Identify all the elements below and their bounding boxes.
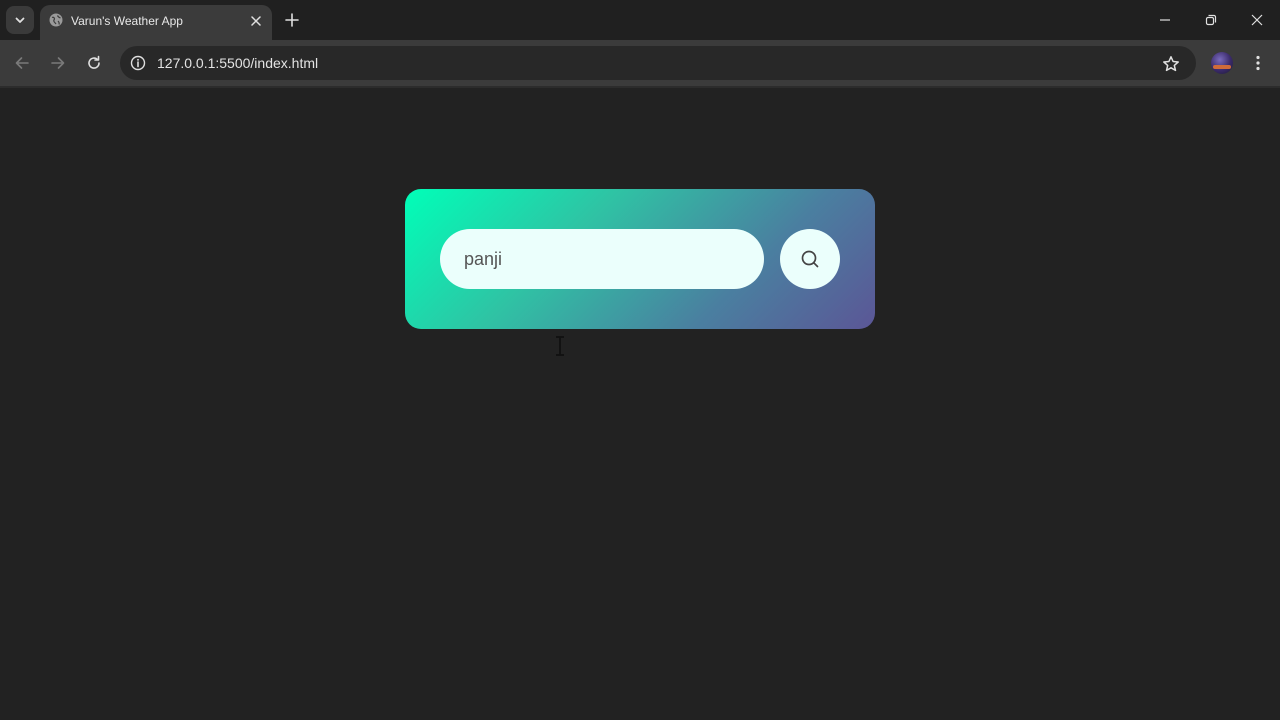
chevron-down-icon [15,17,25,23]
site-info-button[interactable] [128,53,148,73]
reload-button[interactable] [82,51,106,75]
address-bar[interactable]: 127.0.0.1:5500/index.html [120,46,1196,80]
window-restore-button[interactable] [1199,8,1223,32]
window-minimize-button[interactable] [1153,8,1177,32]
tab-search-button[interactable] [6,6,34,34]
star-icon [1163,56,1179,72]
arrow-left-icon [15,57,29,69]
address-bar-url[interactable]: 127.0.0.1:5500/index.html [157,55,318,71]
search-button[interactable] [780,229,840,289]
plus-icon [285,13,299,27]
browser-tabstrip: Varun's Weather App [0,0,1280,40]
globe-icon [49,13,63,27]
arrow-right-icon [51,57,65,69]
tab-close-button[interactable] [246,11,266,31]
forward-button[interactable] [46,51,70,75]
kebab-menu-icon [1256,55,1260,71]
text-cursor-icon [556,336,564,356]
info-icon [130,55,146,71]
window-close-button[interactable] [1245,8,1269,32]
reload-icon [88,55,100,69]
browser-toolbar: 127.0.0.1:5500/index.html [0,40,1280,86]
weather-card [405,189,875,329]
browser-menu-button[interactable] [1246,51,1270,75]
profile-avatar[interactable] [1211,52,1233,74]
search-icon [801,250,819,268]
browser-tab-active[interactable]: Varun's Weather App [40,5,272,40]
back-button[interactable] [10,51,34,75]
close-icon [1251,14,1263,26]
restore-icon [1205,14,1217,26]
new-tab-button[interactable] [280,8,304,32]
minimize-icon [1160,19,1170,21]
bookmark-button[interactable] [1160,53,1182,75]
tab-title: Varun's Weather App [71,14,183,28]
page-viewport [0,86,1280,720]
city-search-input[interactable] [440,229,764,289]
close-icon [251,16,261,26]
